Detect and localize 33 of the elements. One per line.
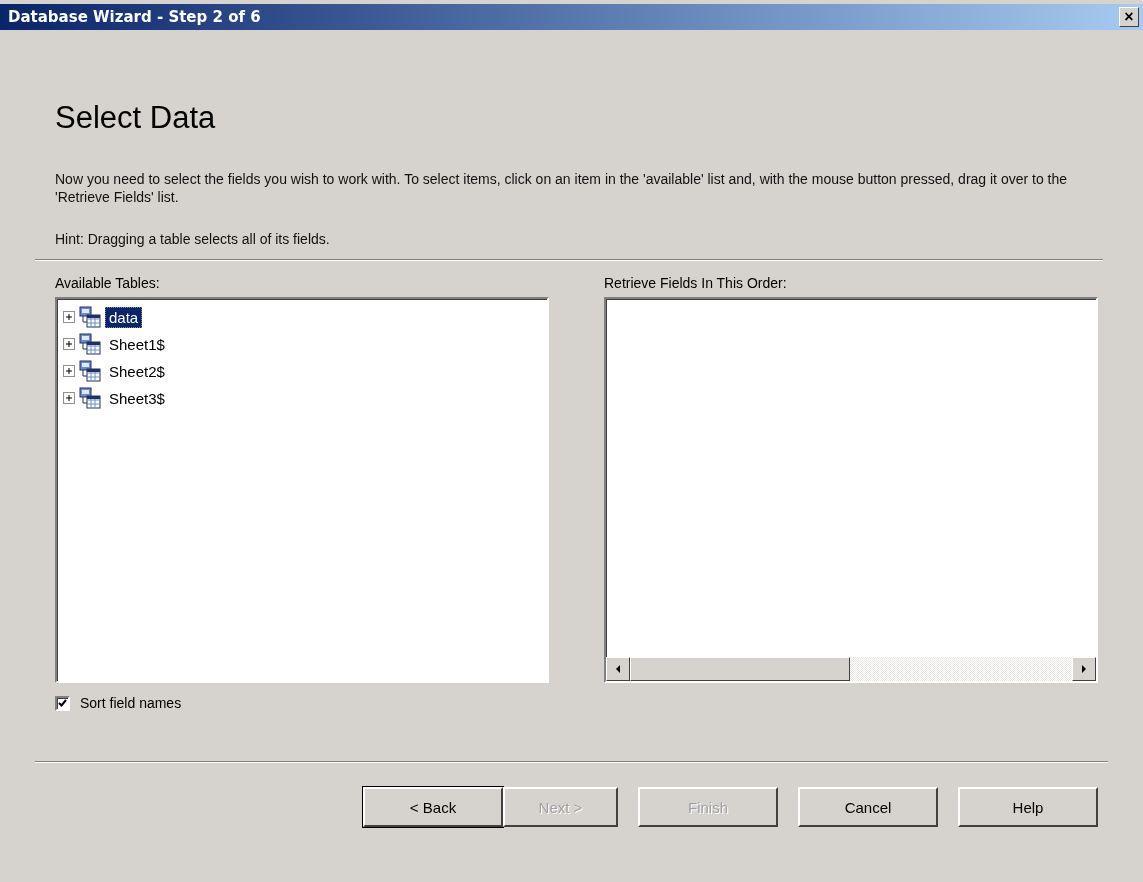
left-arrow-icon [615,665,621,673]
scroll-left-button[interactable] [606,657,630,681]
table-icon [79,333,101,355]
expand-icon[interactable] [63,311,75,323]
page-heading: Select Data [55,100,217,136]
retrieve-fields-label: Retrieve Fields In This Order: [604,275,787,291]
table-icon [79,306,101,328]
tree-item[interactable]: data [105,306,143,328]
checkmark-icon [58,699,67,707]
checkbox-label[interactable]: Sort field names [80,695,182,711]
tree-item[interactable]: Sheet3$ [105,387,169,409]
scroll-right-button[interactable] [1072,657,1096,681]
tree-item[interactable]: Sheet2$ [105,360,169,382]
checkbox[interactable] [55,695,70,711]
wizard-button[interactable]: < Back [363,787,503,827]
wizard-button[interactable]: Help [958,787,1098,827]
wizard-button[interactable]: Cancel [798,787,938,827]
horizontal-scrollbar[interactable] [606,657,1096,681]
available-tables-label: Available Tables: [55,275,160,291]
right-arrow-icon [1081,665,1087,673]
expand-icon[interactable] [63,392,75,404]
window-title: Database Wizard - Step 2 of 6 [8,8,261,26]
table-icon [79,360,101,382]
instructions-text: Now you need to select the fields you wish to work with. To select items, click on an item in the 'available' list and, with the mouse button pressed, drag it over to the 'Retrieve Fields' list. [55,170,1069,206]
expand-icon[interactable] [63,365,75,377]
close-button[interactable]: × [1119,7,1139,27]
expand-icon[interactable] [63,338,75,350]
hint-text: Hint: Dragging a table selects all of its fields. [55,231,331,247]
table-icon [79,387,101,409]
tree-item[interactable]: Sheet1$ [105,333,169,355]
retrieve-fields-list[interactable] [604,297,1098,683]
tables-tree[interactable]: data Sheet1$ Sheet2$ Sheet3$ [55,297,549,683]
scroll-thumb[interactable] [630,657,850,681]
